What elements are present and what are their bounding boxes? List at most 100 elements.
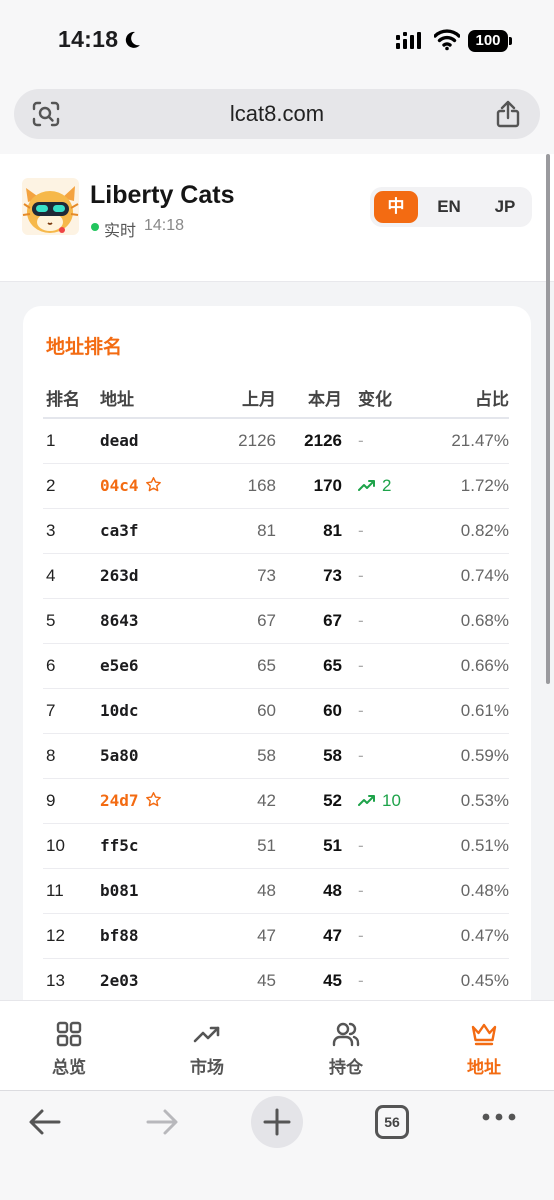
address-text[interactable]: 8643 — [100, 611, 139, 630]
url-bar[interactable]: lcat8.com — [14, 89, 540, 139]
scrollbar-thumb[interactable] — [546, 154, 550, 684]
address-text[interactable]: bf88 — [100, 926, 139, 945]
address-text[interactable]: 10dc — [100, 701, 139, 720]
address-cell[interactable]: bf88 — [100, 913, 206, 959]
address-text[interactable]: b081 — [100, 881, 139, 900]
tab-holdings-label: 持仓 — [329, 1058, 363, 1077]
address-text[interactable]: 2e03 — [100, 971, 139, 990]
address-text[interactable]: dead — [100, 431, 139, 450]
address-cell[interactable]: ff5c — [100, 823, 206, 869]
tabs-count-button[interactable]: 56 — [375, 1105, 409, 1139]
address-cell[interactable]: 24d7 — [100, 778, 206, 824]
tab-overview[interactable]: 总览 — [0, 1001, 138, 1091]
tab-market[interactable]: 市场 — [138, 1001, 276, 1091]
status-bar: 14:18 100 — [0, 0, 554, 80]
address-cell[interactable]: b081 — [100, 868, 206, 914]
column-header-last-month[interactable]: 上月 — [206, 378, 276, 419]
address-cell[interactable]: 263d — [100, 553, 206, 599]
battery-indicator: 100 — [468, 30, 508, 52]
back-arrow-icon[interactable] — [27, 1105, 63, 1139]
address-text[interactable]: ff5c — [100, 836, 139, 855]
url-text[interactable]: lcat8.com — [14, 101, 540, 127]
address-text[interactable]: ca3f — [100, 521, 139, 540]
address-cell[interactable]: e5e6 — [100, 643, 206, 689]
browser-toolbar: 56 — [0, 1090, 554, 1200]
column-header-rank[interactable]: 排名 — [43, 378, 100, 419]
address-text[interactable]: e5e6 — [100, 656, 139, 675]
last-month-cell: 65 — [206, 643, 276, 689]
grid-icon — [56, 1021, 82, 1047]
address-cell[interactable]: dead — [100, 418, 206, 464]
table-row[interactable]: 11 b081 48 48-0.48% — [43, 868, 509, 914]
trend-up-icon — [358, 794, 375, 806]
share-cell: 0.51% — [412, 823, 509, 869]
ranking-title: 地址排名 — [46, 337, 123, 358]
address-text[interactable]: 5a80 — [100, 746, 139, 765]
address-cell[interactable]: ca3f — [100, 508, 206, 554]
more-icon[interactable] — [481, 1112, 517, 1122]
address-cell[interactable]: 2e03 — [100, 958, 206, 1000]
address-cell[interactable]: 5a80 — [100, 733, 206, 779]
page-content[interactable]: Liberty Cats 实时 14:18 中 EN JP 地址排名 排名 地址… — [0, 154, 554, 1000]
address-text[interactable]: 263d — [100, 566, 139, 585]
change-value: - — [358, 430, 364, 450]
table-row[interactable]: 9 24d7 42 52 10 0.53% — [43, 778, 509, 824]
change-value: 10 — [382, 790, 401, 810]
status-time: 14:18 — [58, 26, 119, 52]
share-icon[interactable] — [496, 100, 520, 128]
change-value: - — [358, 745, 364, 765]
share-cell: 1.72% — [412, 463, 509, 509]
table-row[interactable]: 2 04c4 168 170 2 1.72% — [43, 463, 509, 509]
tab-address[interactable]: 地址 — [415, 1001, 553, 1091]
change-cell: - — [342, 958, 412, 1000]
table-row[interactable]: 13 2e03 45 45-0.45% — [43, 958, 509, 1000]
change-cell: - — [342, 598, 412, 644]
live-time: 14:18 — [144, 217, 185, 234]
address-cell[interactable]: 04c4 — [100, 463, 206, 509]
moon-icon — [125, 31, 140, 48]
tab-address-label: 地址 — [467, 1058, 501, 1077]
browser-address-area: lcat8.com — [0, 80, 554, 154]
lang-button-jp[interactable]: JP — [482, 191, 528, 223]
table-row[interactable]: 5 8643 67 67-0.68% — [43, 598, 509, 644]
table-row[interactable]: 3 ca3f 81 81-0.82% — [43, 508, 509, 554]
rank-cell: 13 — [43, 958, 100, 1000]
tab-market-label: 市场 — [190, 1058, 224, 1077]
column-header-share[interactable]: 占比 — [412, 378, 509, 419]
ranking-table: 排名 地址 上月 本月 变化 占比 1 dead 2126 2126-21.47% 2 0… — [43, 378, 509, 1000]
table-row[interactable]: 7 10dc 60 60-0.61% — [43, 688, 509, 734]
change-cell: - — [342, 418, 412, 464]
change-value: - — [358, 880, 364, 900]
last-month-cell: 51 — [206, 823, 276, 869]
lang-button-zh[interactable]: 中 — [374, 191, 418, 223]
table-row[interactable]: 10 ff5c 51 51-0.51% — [43, 823, 509, 869]
share-cell: 0.74% — [412, 553, 509, 599]
address-cell[interactable]: 10dc — [100, 688, 206, 734]
table-row[interactable]: 6 e5e6 65 65-0.66% — [43, 643, 509, 689]
tab-overview-label: 总览 — [52, 1058, 86, 1077]
change-cell: - — [342, 868, 412, 914]
address-text[interactable]: 04c4 — [100, 476, 139, 495]
star-icon[interactable] — [145, 476, 162, 493]
tab-holdings[interactable]: 持仓 — [277, 1001, 415, 1091]
share-cell: 0.61% — [412, 688, 509, 734]
address-cell[interactable]: 8643 — [100, 598, 206, 644]
rank-cell: 7 — [43, 688, 100, 734]
address-text[interactable]: 24d7 — [100, 791, 139, 810]
column-header-this-month[interactable]: 本月 — [276, 378, 342, 419]
change-cell: - — [342, 688, 412, 734]
change-value: - — [358, 610, 364, 630]
rank-cell: 6 — [43, 643, 100, 689]
table-row[interactable]: 8 5a80 58 58-0.59% — [43, 733, 509, 779]
table-row[interactable]: 12 bf88 47 47-0.47% — [43, 913, 509, 959]
column-header-address[interactable]: 地址 — [100, 378, 206, 419]
new-tab-button[interactable] — [251, 1096, 303, 1148]
live-label: 实时 — [104, 223, 137, 240]
column-header-change[interactable]: 变化 — [342, 378, 412, 419]
lang-button-en[interactable]: EN — [426, 191, 472, 223]
star-icon[interactable] — [145, 791, 162, 808]
this-month-cell: 58 — [276, 733, 342, 779]
forward-arrow-icon[interactable] — [144, 1105, 180, 1139]
table-row[interactable]: 4 263d 73 73-0.74% — [43, 553, 509, 599]
table-row[interactable]: 1 dead 2126 2126-21.47% — [43, 418, 509, 464]
